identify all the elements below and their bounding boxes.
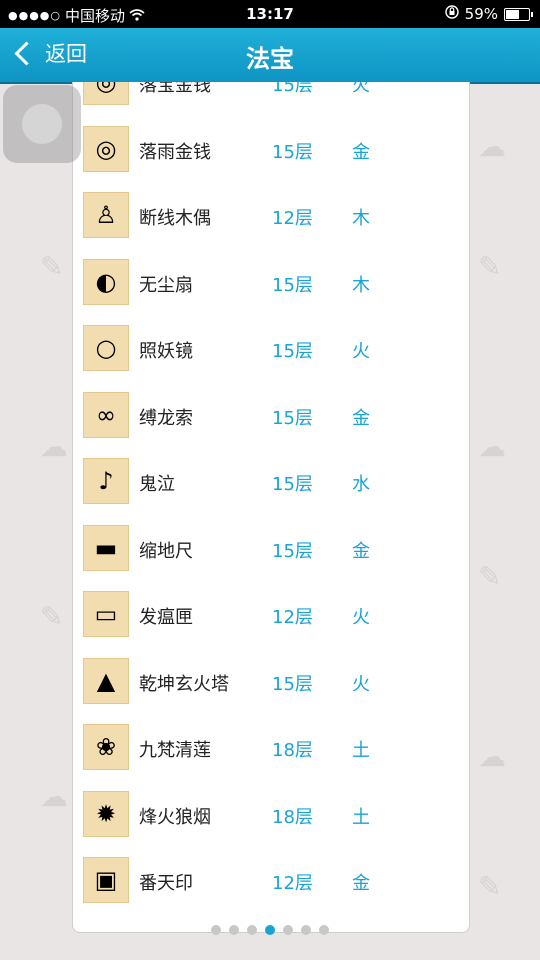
background-doodle: ✎ — [40, 250, 64, 283]
item-layer: 12层 — [272, 208, 313, 229]
list-item[interactable]: ▭ 发瘟匣 12层 火 — [73, 582, 469, 649]
background-doodle: ☁ — [40, 780, 68, 813]
page-dot-active[interactable] — [265, 925, 275, 935]
item-layer: 12层 — [272, 607, 313, 628]
page-dot[interactable] — [229, 925, 239, 935]
list-item[interactable]: ○ 照妖镜 15层 火 — [73, 316, 469, 383]
item-layer: 15层 — [272, 407, 313, 429]
item-element: 木 — [352, 274, 370, 296]
background-doodle: ☁ — [478, 130, 506, 163]
item-element: 水 — [352, 474, 370, 495]
assistive-touch-icon — [22, 104, 62, 144]
list-item[interactable]: ◎ 落宝金钱 15层 火 — [73, 82, 469, 117]
item-element: 火 — [352, 341, 370, 362]
item-name: 无尘扇 — [139, 274, 193, 296]
list-item[interactable]: ◐ 无尘扇 15层 木 — [73, 250, 469, 317]
background-doodle: ☁ — [478, 740, 506, 773]
item-element: 火 — [352, 82, 370, 96]
coin-string-icon: ◎ — [83, 82, 129, 105]
item-element: 土 — [352, 806, 370, 828]
page-dot[interactable] — [247, 925, 257, 935]
item-name: 鬼泣 — [139, 474, 175, 495]
battery-icon — [504, 7, 533, 21]
item-name: 照妖镜 — [139, 341, 193, 362]
seal-icon: ▣ — [83, 857, 129, 903]
item-name: 番天印 — [139, 873, 193, 894]
item-layer: 15层 — [272, 673, 313, 695]
nav-bar: 返回 法宝 — [0, 28, 540, 84]
item-element: 木 — [352, 208, 370, 229]
item-element: 金 — [352, 873, 370, 894]
item-layer: 15层 — [272, 141, 313, 163]
item-name: 缚龙索 — [139, 407, 193, 429]
item-element: 土 — [352, 740, 370, 761]
item-layer: 15层 — [272, 540, 313, 562]
background-doodle: ☁ — [478, 430, 506, 463]
page-indicator — [0, 925, 540, 935]
page-dot[interactable] — [319, 925, 329, 935]
item-name: 断线木偶 — [139, 208, 211, 229]
item-layer: 15层 — [272, 82, 313, 96]
page-dot[interactable] — [301, 925, 311, 935]
coin-string-icon: ◎ — [83, 125, 129, 172]
item-name: 落宝金钱 — [139, 82, 211, 96]
item-layer: 18层 — [272, 740, 313, 761]
list-item[interactable]: ∞ 缚龙索 15层 金 — [73, 383, 469, 450]
page-dot[interactable] — [211, 925, 221, 935]
item-name: 落雨金钱 — [139, 141, 211, 163]
status-right: 59% — [444, 5, 533, 23]
item-element: 金 — [352, 540, 370, 562]
background-doodle: ✎ — [478, 560, 502, 593]
item-layer: 18层 — [272, 806, 313, 828]
rope-icon: ∞ — [83, 391, 129, 438]
mirror-icon: ○ — [83, 325, 129, 371]
page-dot[interactable] — [283, 925, 293, 935]
treasure-list: ◎ 落宝金钱 15层火 ◎ 落雨金钱 15层金 ♙ 断线木偶 12层木 ◐ 无尘扇 15层木 ○ 照妖镜 1… — [73, 82, 469, 915]
box-icon: ▭ — [83, 591, 129, 637]
list-item[interactable]: ▬ 缩地尺 15层 金 — [73, 516, 469, 583]
list-item[interactable]: ♪ 鬼泣 15层 水 — [73, 449, 469, 516]
list-item[interactable]: ▣ 番天印 12层 金 — [73, 848, 469, 915]
status-bar: ●●●●○ 中国移动 13:17 59% — [0, 0, 540, 28]
item-name: 九梵清莲 — [139, 740, 211, 761]
item-name: 烽火狼烟 — [139, 806, 211, 828]
puppet-icon: ♙ — [83, 192, 129, 238]
assistive-touch-button[interactable] — [3, 85, 81, 163]
bell-icon: ♪ — [83, 458, 129, 504]
list-item[interactable]: ▲ 乾坤玄火塔 15层 火 — [73, 649, 469, 716]
list-item[interactable]: ❀ 九梵清莲 18层 土 — [73, 715, 469, 782]
fan-icon: ◐ — [83, 258, 129, 305]
page-title: 法宝 — [246, 45, 294, 73]
item-element: 火 — [352, 607, 370, 628]
background-doodle: ☁ — [40, 430, 68, 463]
battery-percent: 59% — [464, 5, 498, 23]
item-element: 火 — [352, 673, 370, 695]
item-layer: 15层 — [272, 274, 313, 296]
list-item[interactable]: ◎ 落雨金钱 15层 金 — [73, 117, 469, 184]
item-name: 发瘟匣 — [139, 607, 193, 628]
item-element: 金 — [352, 141, 370, 163]
list-item[interactable]: ✹ 烽火狼烟 18层 土 — [73, 782, 469, 849]
item-name: 乾坤玄火塔 — [139, 673, 229, 695]
lotus-icon: ❀ — [83, 724, 129, 770]
battery-level — [506, 9, 519, 19]
item-element: 金 — [352, 407, 370, 429]
pagoda-icon: ▲ — [83, 657, 129, 704]
item-layer: 15层 — [272, 474, 313, 495]
smoke-icon: ✹ — [83, 790, 129, 837]
item-layer: 15层 — [272, 341, 313, 362]
list-item[interactable]: ♙ 断线木偶 12层 木 — [73, 183, 469, 250]
background-doodle: ✎ — [478, 250, 502, 283]
background-doodle: ✎ — [478, 870, 502, 903]
treasure-list-card: ◎ 落宝金钱 15层火 ◎ 落雨金钱 15层金 ♙ 断线木偶 12层木 ◐ 无尘扇 15层木 ○ 照妖镜 1… — [72, 82, 470, 933]
item-layer: 12层 — [272, 873, 313, 894]
ruler-icon: ▬ — [83, 524, 129, 571]
item-name: 缩地尺 — [139, 540, 193, 562]
background-doodle: ✎ — [40, 600, 64, 633]
orientation-lock-icon — [444, 5, 459, 23]
